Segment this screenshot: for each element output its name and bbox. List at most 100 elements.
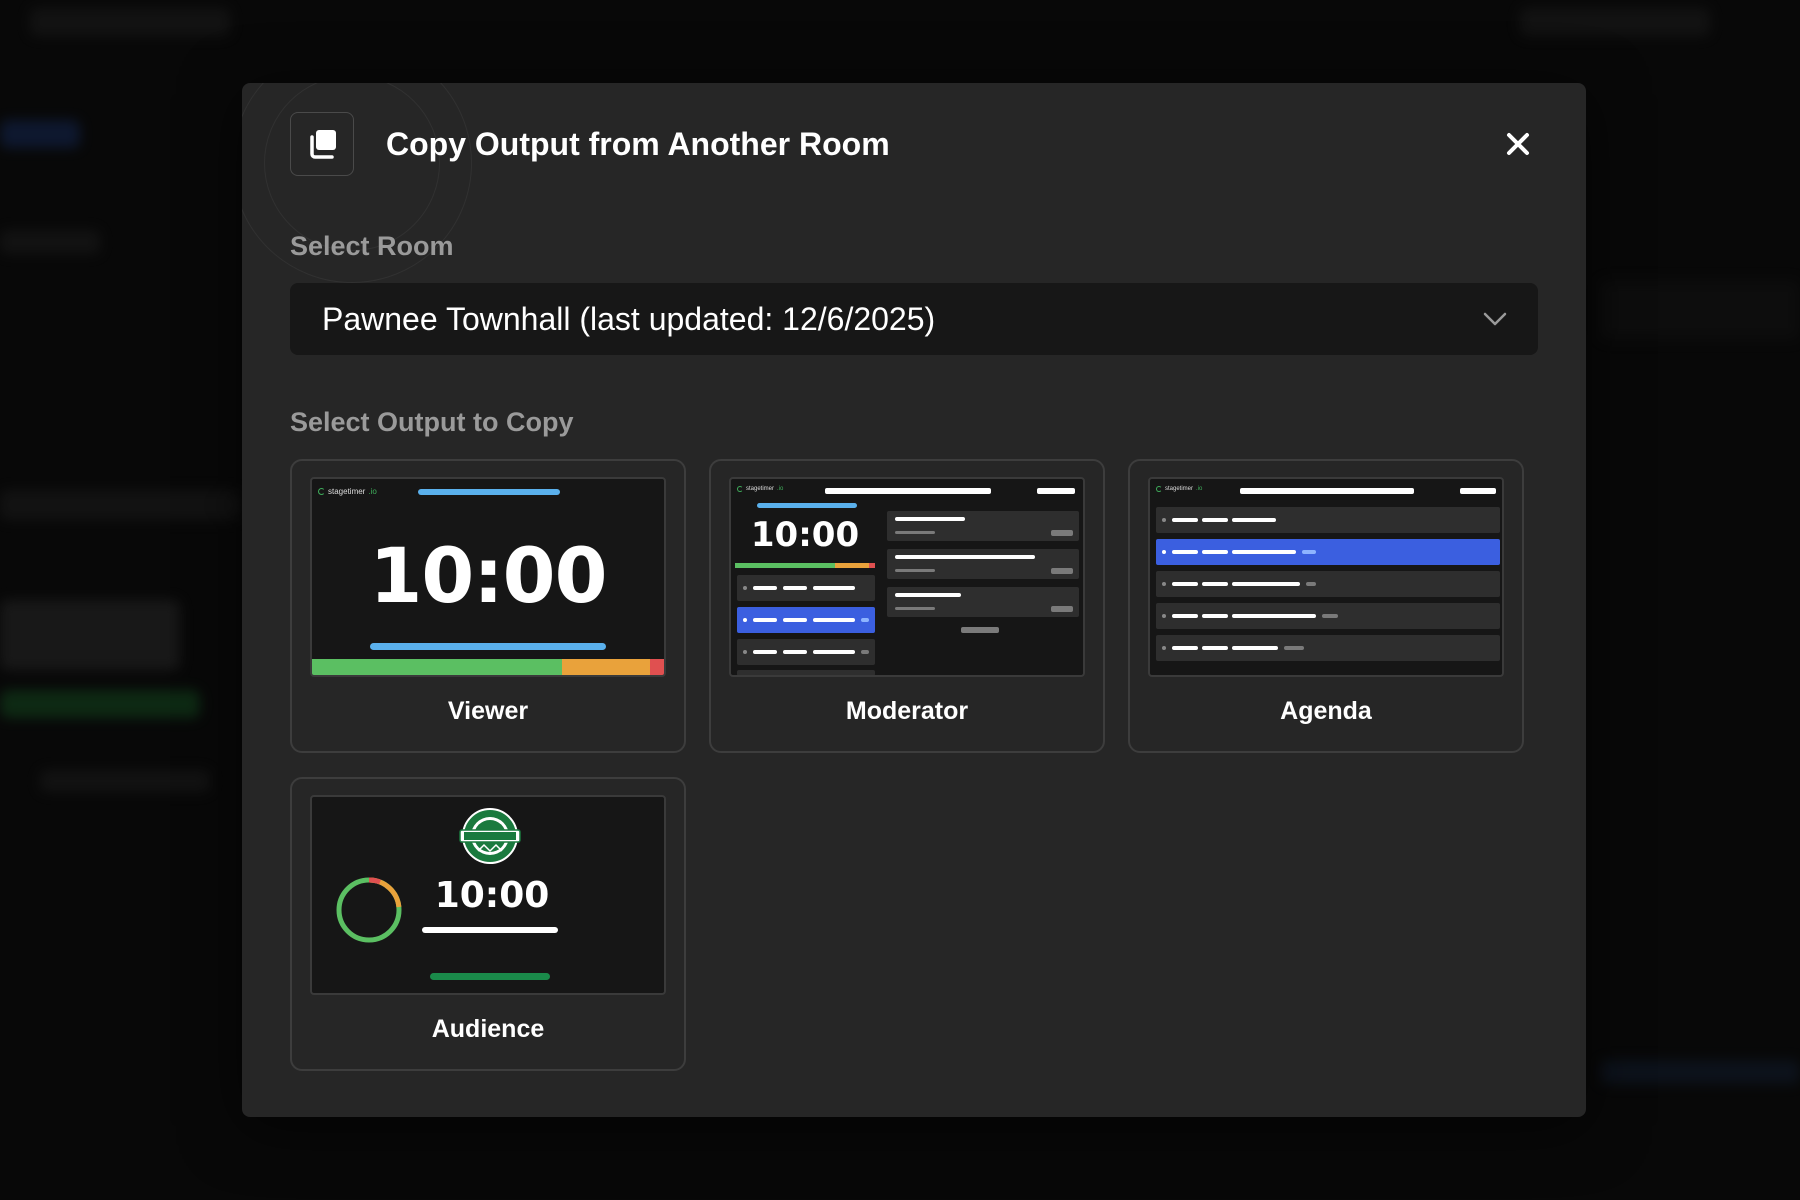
- agenda-text: [1202, 646, 1228, 650]
- add-message-button: [961, 627, 999, 633]
- copy-output-dialog: Copy Output from Another Room Select Roo…: [242, 83, 1586, 1117]
- cue-text: [813, 650, 855, 654]
- output-card-label: Agenda: [1280, 697, 1372, 725]
- brand-suffix: .io: [777, 486, 784, 492]
- timeline-orange: [562, 659, 650, 675]
- close-button[interactable]: [1498, 124, 1538, 164]
- brand-logo-icon: [1156, 486, 1162, 492]
- cue-text: [813, 586, 855, 590]
- moderator-progress: [757, 503, 857, 508]
- agenda-text: [1202, 582, 1228, 586]
- close-icon: [1507, 133, 1529, 155]
- message-row: [887, 511, 1079, 541]
- output-card-label: Audience: [431, 1015, 545, 1043]
- cue-text: [753, 650, 777, 654]
- output-card-agenda[interactable]: stagetimer .io Agenda: [1128, 459, 1524, 753]
- timeline-red: [869, 563, 875, 568]
- copy-icon: [290, 112, 354, 176]
- audience-preview: 10:00: [310, 795, 666, 995]
- brand-suffix: .io: [368, 487, 377, 496]
- output-card-audience[interactable]: 10:00 Audience: [290, 777, 686, 1071]
- select-output-label: Select Output to Copy: [290, 407, 574, 437]
- output-card-label: Moderator: [845, 697, 969, 725]
- dialog-title: Copy Output from Another Room: [386, 125, 890, 162]
- brand-name: stagetimer: [328, 487, 366, 496]
- agenda-bullet: [1162, 646, 1166, 650]
- viewer-preview: stagetimer .io 10:00: [310, 477, 666, 677]
- message-row: [887, 587, 1079, 617]
- brand-name: stagetimer: [746, 486, 775, 492]
- timeline-green: [735, 563, 835, 568]
- agenda-text: [1232, 614, 1316, 618]
- message-meta: [895, 531, 935, 534]
- agenda-text: [1172, 550, 1198, 554]
- timeline-red: [650, 659, 664, 675]
- agenda-text: [1202, 550, 1228, 554]
- cue-duration: [861, 650, 869, 654]
- message-button: [1051, 568, 1073, 574]
- cue-duration: [861, 618, 869, 622]
- agenda-bullet: [1162, 518, 1166, 522]
- viewer-timer: 10:00: [369, 531, 608, 620]
- agenda-bullet: [1162, 582, 1166, 586]
- header-bar: [825, 488, 991, 494]
- agenda-duration: [1284, 646, 1304, 650]
- agenda-text: [1172, 582, 1198, 586]
- output-card-moderator[interactable]: stagetimer .io 10:00 Moderator: [709, 459, 1105, 753]
- message-text: [895, 517, 965, 521]
- agenda-text: [1232, 550, 1296, 554]
- cue-text: [783, 650, 807, 654]
- cue-bullet: [743, 586, 747, 590]
- message-text: [895, 593, 961, 597]
- cue-row: [737, 670, 875, 675]
- audience-footer-bar: [430, 973, 550, 980]
- agenda-text: [1232, 646, 1278, 650]
- cue-bullet: [743, 650, 747, 654]
- cue-bullet: [743, 618, 747, 622]
- dialog-header: Copy Output from Another Room: [290, 111, 1538, 177]
- agenda-text: [1202, 614, 1228, 618]
- agenda-duration: [1302, 550, 1316, 554]
- message-button: [1051, 530, 1073, 536]
- cue-text: [753, 618, 777, 622]
- timeline-orange: [835, 563, 869, 568]
- audience-timer: 10:00: [434, 875, 550, 916]
- brand-logo: stagetimer .io: [318, 487, 377, 496]
- viewer-bottom-progress: [370, 643, 606, 650]
- brand-logo: stagetimer .io: [737, 486, 783, 492]
- agenda-text: [1172, 614, 1198, 618]
- agenda-preview: stagetimer .io: [1148, 477, 1504, 677]
- message-row: [887, 549, 1079, 579]
- audience-progress: [422, 927, 558, 933]
- cue-text: [783, 586, 807, 590]
- agenda-bullet: [1162, 550, 1166, 554]
- agenda-text: [1172, 518, 1198, 522]
- brand-logo: stagetimer .io: [1156, 486, 1202, 492]
- message-button: [1051, 606, 1073, 612]
- header-bar: [1037, 488, 1075, 494]
- header-bar: [1240, 488, 1414, 494]
- header-bar: [1460, 488, 1496, 494]
- brand-logo-icon: [737, 486, 743, 492]
- output-card-label: Viewer: [447, 697, 529, 725]
- output-card-viewer[interactable]: stagetimer .io 10:00 Viewer: [290, 459, 686, 753]
- select-room-label: Select Room: [290, 231, 454, 261]
- agenda-text: [1232, 518, 1276, 522]
- pawnee-parks-seal-icon: [459, 808, 521, 864]
- message-text: [895, 555, 1035, 559]
- cue-text: [813, 618, 855, 622]
- agenda-text: [1172, 646, 1198, 650]
- moderator-preview: stagetimer .io 10:00: [729, 477, 1085, 677]
- brand-suffix: .io: [1196, 486, 1203, 492]
- message-meta: [895, 607, 935, 610]
- message-meta: [895, 569, 935, 572]
- agenda-duration: [1306, 582, 1316, 586]
- agenda-text: [1202, 518, 1228, 522]
- agenda-text: [1232, 582, 1300, 586]
- chevron-down-icon: [1483, 312, 1507, 326]
- moderator-timer: 10:00: [750, 515, 860, 555]
- agenda-bullet: [1162, 614, 1166, 618]
- timeline-green: [312, 659, 562, 675]
- room-select[interactable]: Pawnee Townhall (last updated: 12/6/2025…: [290, 283, 1538, 355]
- cue-text: [783, 618, 807, 622]
